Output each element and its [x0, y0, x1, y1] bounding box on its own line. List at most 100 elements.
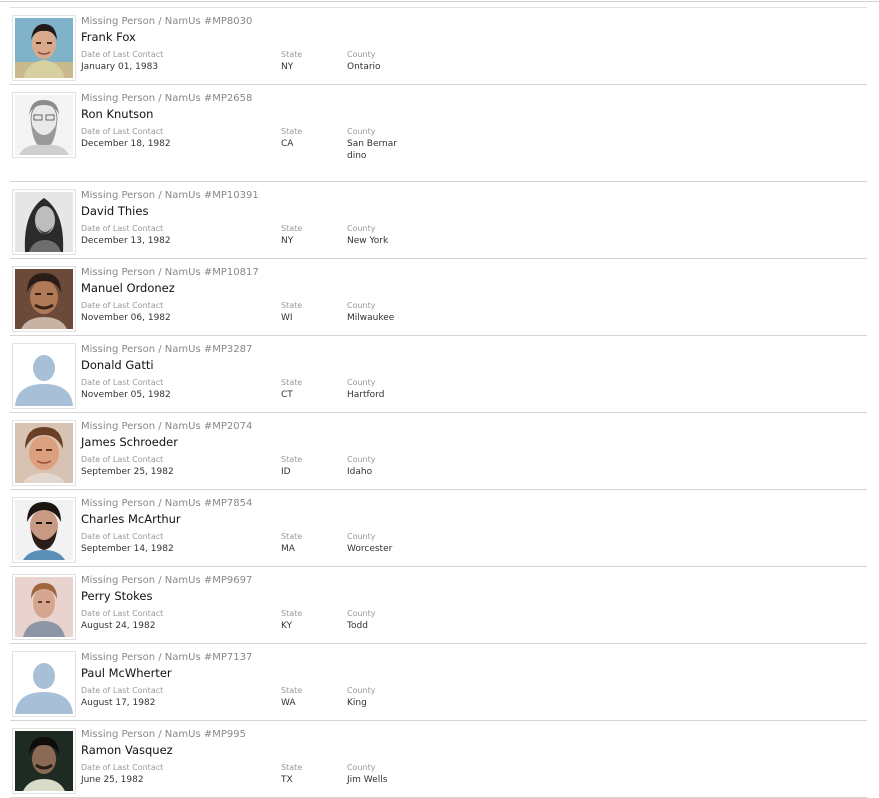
- record-kicker: Missing Person / NamUs #MP995: [81, 729, 246, 740]
- list-item[interactable]: Missing Person / NamUs #MP8030 Frank Fox…: [10, 8, 867, 85]
- person-placeholder-icon: [15, 346, 73, 406]
- list-item[interactable]: Missing Person / NamUs #MP10817 Manuel O…: [10, 259, 867, 336]
- person-photo[interactable]: [12, 574, 76, 640]
- person-photo-icon: [15, 500, 73, 560]
- county-label: County: [347, 686, 376, 695]
- state-label: State: [281, 378, 303, 387]
- county-value: Ontario: [347, 62, 381, 72]
- county-value: Milwaukee: [347, 313, 395, 323]
- state-value: NY: [281, 236, 294, 246]
- person-name-link[interactable]: Paul McWherter: [81, 666, 172, 680]
- state-value: TX: [281, 775, 293, 785]
- state-label: State: [281, 455, 303, 464]
- person-name-link[interactable]: Charles McArthur: [81, 512, 181, 526]
- person-name-link[interactable]: Ramon Vasquez: [81, 743, 173, 757]
- county-value: New York: [347, 236, 389, 246]
- person-name-link[interactable]: Donald Gatti: [81, 358, 154, 372]
- person-sketch-icon: [15, 95, 73, 155]
- record-kicker: Missing Person / NamUs #MP7854: [81, 498, 253, 509]
- date-value: November 05, 1982: [81, 390, 171, 400]
- missing-person-list: Missing Person / NamUs #MP8030 Frank Fox…: [0, 8, 879, 798]
- date-value: December 13, 1982: [81, 236, 171, 246]
- state-label: State: [281, 224, 303, 233]
- state-label: State: [281, 301, 303, 310]
- list-item[interactable]: Missing Person / NamUs #MP9697 Perry Sto…: [10, 567, 867, 644]
- person-photo[interactable]: [12, 651, 76, 717]
- person-photo[interactable]: [12, 92, 76, 158]
- state-value: CA: [281, 139, 294, 149]
- county-value: King: [347, 698, 367, 708]
- state-label: State: [281, 532, 303, 541]
- county-value: San Bernardino: [347, 139, 397, 161]
- person-name-link[interactable]: James Schroeder: [81, 435, 178, 449]
- record-kicker: Missing Person / NamUs #MP2658: [81, 93, 253, 104]
- record-kicker: Missing Person / NamUs #MP7137: [81, 652, 253, 663]
- person-photo[interactable]: [12, 343, 76, 409]
- date-label: Date of Last Contact: [81, 301, 164, 310]
- record-kicker: Missing Person / NamUs #MP2074: [81, 421, 253, 432]
- person-name-link[interactable]: Perry Stokes: [81, 589, 152, 603]
- list-item[interactable]: Missing Person / NamUs #MP10391 David Th…: [10, 182, 867, 259]
- person-name-link[interactable]: David Thies: [81, 204, 148, 218]
- person-photo-icon: [15, 192, 73, 252]
- county-value: Worcester: [347, 544, 393, 554]
- person-photo-icon: [15, 269, 73, 329]
- county-label: County: [347, 763, 376, 772]
- list-item[interactable]: Missing Person / NamUs #MP2074 James Sch…: [10, 413, 867, 490]
- date-value: January 01, 1983: [81, 62, 159, 72]
- county-label: County: [347, 127, 376, 136]
- date-label: Date of Last Contact: [81, 532, 164, 541]
- person-photo[interactable]: [12, 189, 76, 255]
- date-value: December 18, 1982: [81, 139, 171, 149]
- date-label: Date of Last Contact: [81, 609, 164, 618]
- person-name-link[interactable]: Manuel Ordonez: [81, 281, 175, 295]
- date-value: August 24, 1982: [81, 621, 156, 631]
- record-kicker: Missing Person / NamUs #MP10817: [81, 267, 259, 278]
- person-photo[interactable]: [12, 266, 76, 332]
- state-value: WI: [281, 313, 293, 323]
- person-photo[interactable]: [12, 728, 76, 794]
- state-value: MA: [281, 544, 295, 554]
- record-kicker: Missing Person / NamUs #MP8030: [81, 16, 253, 27]
- record-kicker: Missing Person / NamUs #MP3287: [81, 344, 253, 355]
- date-value: June 25, 1982: [81, 775, 144, 785]
- county-value: Todd: [347, 621, 368, 631]
- person-placeholder-icon: [15, 654, 73, 714]
- county-label: County: [347, 50, 376, 59]
- list-item[interactable]: Missing Person / NamUs #MP7854 Charles M…: [10, 490, 867, 567]
- state-label: State: [281, 609, 303, 618]
- list-item[interactable]: Missing Person / NamUs #MP3287 Donald Ga…: [10, 336, 867, 413]
- county-label: County: [347, 224, 376, 233]
- state-label: State: [281, 686, 303, 695]
- person-name-link[interactable]: Frank Fox: [81, 30, 136, 44]
- state-label: State: [281, 763, 303, 772]
- date-label: Date of Last Contact: [81, 378, 164, 387]
- date-label: Date of Last Contact: [81, 50, 164, 59]
- person-photo[interactable]: [12, 420, 76, 486]
- date-label: Date of Last Contact: [81, 686, 164, 695]
- date-label: Date of Last Contact: [81, 455, 164, 464]
- record-kicker: Missing Person / NamUs #MP10391: [81, 190, 259, 201]
- state-value: NY: [281, 62, 294, 72]
- state-value: CT: [281, 390, 293, 400]
- date-value: November 06, 1982: [81, 313, 171, 323]
- person-photo-icon: [15, 423, 73, 483]
- county-value: Hartford: [347, 390, 385, 400]
- date-label: Date of Last Contact: [81, 224, 164, 233]
- person-name-link[interactable]: Ron Knutson: [81, 107, 153, 121]
- state-value: ID: [281, 467, 291, 477]
- person-photo[interactable]: [12, 497, 76, 563]
- person-photo[interactable]: [12, 15, 76, 81]
- top-divider: [0, 1, 879, 2]
- county-label: County: [347, 378, 376, 387]
- state-value: KY: [281, 621, 293, 631]
- county-label: County: [347, 532, 376, 541]
- person-photo-icon: [15, 18, 73, 78]
- county-label: County: [347, 609, 376, 618]
- list-item[interactable]: Missing Person / NamUs #MP7137 Paul McWh…: [10, 644, 867, 721]
- list-item[interactable]: Missing Person / NamUs #MP2658 Ron Knuts…: [10, 85, 867, 182]
- date-value: September 14, 1982: [81, 544, 174, 554]
- list-item[interactable]: Missing Person / NamUs #MP995 Ramon Vasq…: [10, 721, 867, 798]
- date-value: August 17, 1982: [81, 698, 156, 708]
- county-label: County: [347, 301, 376, 310]
